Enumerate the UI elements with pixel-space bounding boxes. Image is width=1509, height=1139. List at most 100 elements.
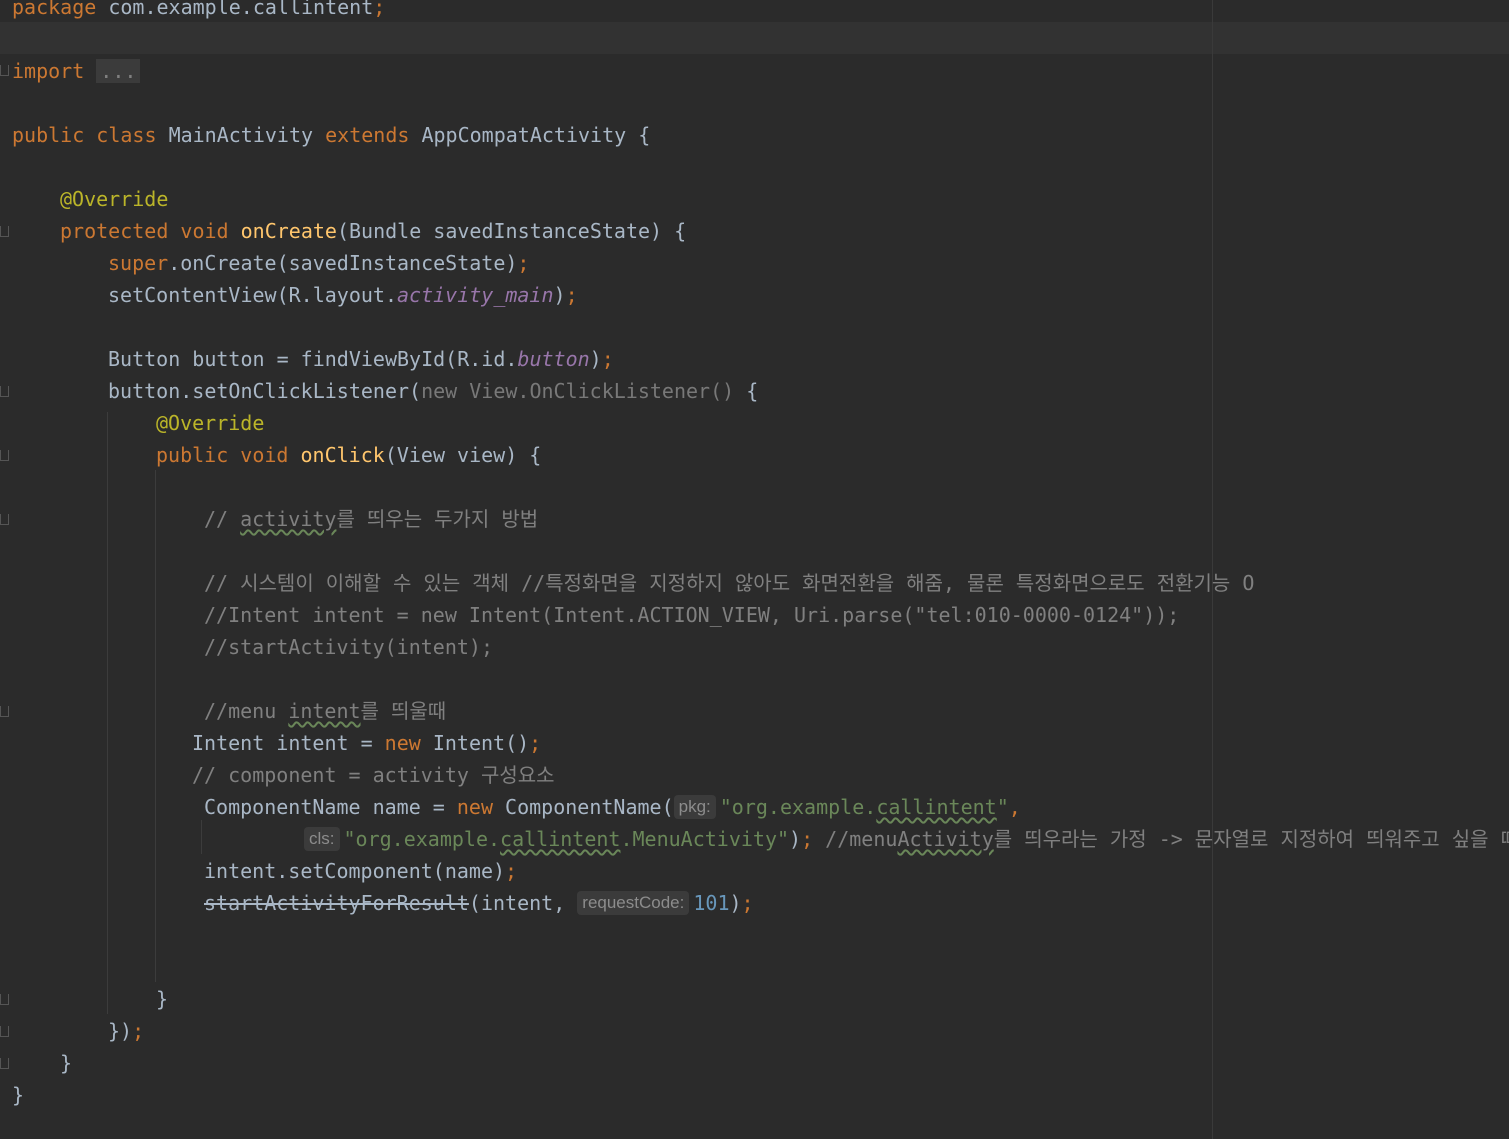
- code-line-override[interactable]: @Override: [156, 407, 264, 439]
- parameter-hint: requestCode:: [577, 891, 690, 915]
- code-line-package[interactable]: package com.example.callintent;: [12, 0, 385, 23]
- keyword: new: [456, 795, 493, 819]
- code: ): [729, 891, 742, 915]
- code-line-findviewbyid[interactable]: Button button = findViewById(R.id.button…: [108, 343, 614, 375]
- code-line-componentname[interactable]: ComponentName name = new ComponentName(p…: [204, 791, 1021, 823]
- deprecated-method: startActivityForResult: [204, 891, 469, 915]
- code-line-setonclicklistener[interactable]: button.setOnClickListener(new View.OnCli…: [108, 375, 758, 407]
- code-line-onclick[interactable]: public void onClick(View view) {: [156, 439, 541, 471]
- fold-toggle-icon[interactable]: [0, 514, 9, 525]
- indent-guide: [107, 412, 108, 1014]
- field: button: [517, 347, 590, 371]
- code: ComponentName(: [493, 795, 674, 819]
- comment: //menu: [813, 827, 898, 851]
- comment: //: [204, 507, 241, 531]
- comment: //startActivity(intent);: [204, 635, 493, 659]
- comment-typo: activity: [240, 507, 337, 531]
- brace: }: [60, 1051, 73, 1075]
- folded-imports[interactable]: ...: [96, 59, 141, 83]
- code: (intent,: [468, 891, 578, 915]
- code-line-import[interactable]: import ...: [12, 55, 141, 87]
- fold-toggle-icon[interactable]: [0, 1026, 9, 1037]
- keyword: class: [96, 123, 157, 147]
- field: activity_main: [396, 283, 554, 307]
- keyword: public: [12, 123, 85, 147]
- annotation: @Override: [60, 187, 169, 211]
- comment-typo: Activity: [897, 827, 994, 851]
- code: .onCreate(savedInstanceState): [168, 251, 518, 275]
- method-name: onClick: [300, 443, 385, 467]
- parent-class: AppCompatActivity: [421, 123, 627, 147]
- package-name: com.example.callintent: [108, 0, 374, 19]
- parameter-hint: pkg:: [673, 795, 716, 819]
- code-line-setcontentview[interactable]: setContentView(R.layout.activity_main);: [108, 279, 578, 311]
- comma: ,: [1008, 795, 1021, 819]
- semicolon: ;: [801, 827, 814, 851]
- semicolon: ;: [741, 891, 754, 915]
- code-line-super[interactable]: super.onCreate(savedInstanceState);: [108, 247, 529, 279]
- string: ": [996, 795, 1009, 819]
- semicolon: ;: [373, 0, 386, 19]
- code-line-close-listener[interactable]: });: [108, 1015, 144, 1047]
- brace: }: [12, 1083, 25, 1107]
- method-name: onCreate: [240, 219, 337, 243]
- code-line-componentname-cont[interactable]: cls: "org.example.callintent.MenuActivity…: [304, 823, 1509, 855]
- class-name: MainActivity: [168, 123, 314, 147]
- fold-toggle-icon[interactable]: [0, 706, 9, 717]
- comment: 를 띄울때: [360, 699, 447, 723]
- code-line-close-brace[interactable]: }: [60, 1047, 72, 1079]
- semicolon: ;: [529, 731, 542, 755]
- code-line-new-intent[interactable]: Intent intent = new Intent();: [192, 727, 541, 759]
- caret-line-highlight: [0, 22, 1509, 54]
- comment: 를 띄우라는 가정 -> 문자열로 지정하여 띄워주고 싶을 때: [993, 827, 1509, 851]
- code-line-comment[interactable]: // activity를 띄우는 두가지 방법: [204, 503, 538, 535]
- indent-guide: [155, 470, 156, 982]
- comment-typo: intent: [288, 699, 361, 723]
- fold-toggle-icon[interactable]: [0, 1058, 9, 1069]
- fold-toggle-icon[interactable]: [0, 226, 9, 237]
- code-line-startactivityforresult[interactable]: startActivityForResult(intent, requestCo…: [204, 887, 754, 919]
- code-line-comment[interactable]: // 시스템이 이해할 수 있는 객체 //특정화면을 지정하지 않아도 화면전…: [204, 567, 1254, 599]
- code-line-class[interactable]: public class MainActivity extends AppCom…: [12, 119, 650, 151]
- keyword: import: [12, 59, 85, 83]
- code-editor[interactable]: package com.example.callintent; import .…: [0, 0, 1509, 1139]
- code: ): [589, 347, 602, 371]
- code: setContentView(R.layout.: [108, 283, 397, 307]
- code: {: [734, 379, 759, 403]
- code-line-override[interactable]: @Override: [60, 183, 168, 215]
- keyword: super: [108, 251, 169, 275]
- params: (View view) {: [384, 443, 542, 467]
- fold-toggle-icon[interactable]: [0, 65, 9, 76]
- code-line-comment[interactable]: //Intent intent = new Intent(Intent.ACTI…: [204, 599, 1179, 631]
- string-typo: callintent: [500, 827, 621, 851]
- fold-toggle-icon[interactable]: [0, 450, 9, 461]
- anonymous-class: new View.OnClickListener(): [421, 379, 735, 403]
- code-line-comment[interactable]: //startActivity(intent);: [204, 631, 493, 663]
- keyword: public: [156, 443, 229, 467]
- keyword: protected: [60, 219, 169, 243]
- code: ): [789, 827, 802, 851]
- brace: }: [156, 987, 169, 1011]
- code: ComponentName name =: [204, 795, 457, 819]
- annotation: @Override: [156, 411, 265, 435]
- code-line-comment[interactable]: // component = activity 구성요소: [192, 759, 555, 791]
- comment: // component = activity 구성요소: [192, 763, 555, 787]
- keyword: package: [12, 0, 97, 19]
- code-line-close-class[interactable]: }: [12, 1079, 24, 1111]
- keyword: void: [240, 443, 289, 467]
- semicolon: ;: [132, 1019, 145, 1043]
- string-typo: callintent: [876, 795, 997, 819]
- indent-guide: [201, 820, 202, 854]
- semicolon: ;: [517, 251, 530, 275]
- code-line-close-brace[interactable]: }: [156, 983, 168, 1015]
- params: (Bundle savedInstanceState) {: [336, 219, 687, 243]
- fold-toggle-icon[interactable]: [0, 994, 9, 1005]
- code: intent.setComponent(name): [204, 859, 506, 883]
- code-line-comment[interactable]: //menu intent를 띄울때: [204, 695, 446, 727]
- fold-toggle-icon[interactable]: [0, 386, 9, 397]
- code: Button button = findViewById(R.id.: [108, 347, 518, 371]
- comment: // 시스템이 이해할 수 있는 객체 //특정화면을 지정하지 않아도 화면전…: [204, 571, 1255, 595]
- code: ): [553, 283, 566, 307]
- code-line-oncreate[interactable]: protected void onCreate(Bundle savedInst…: [60, 215, 686, 247]
- code-line-setcomponent[interactable]: intent.setComponent(name);: [204, 855, 517, 887]
